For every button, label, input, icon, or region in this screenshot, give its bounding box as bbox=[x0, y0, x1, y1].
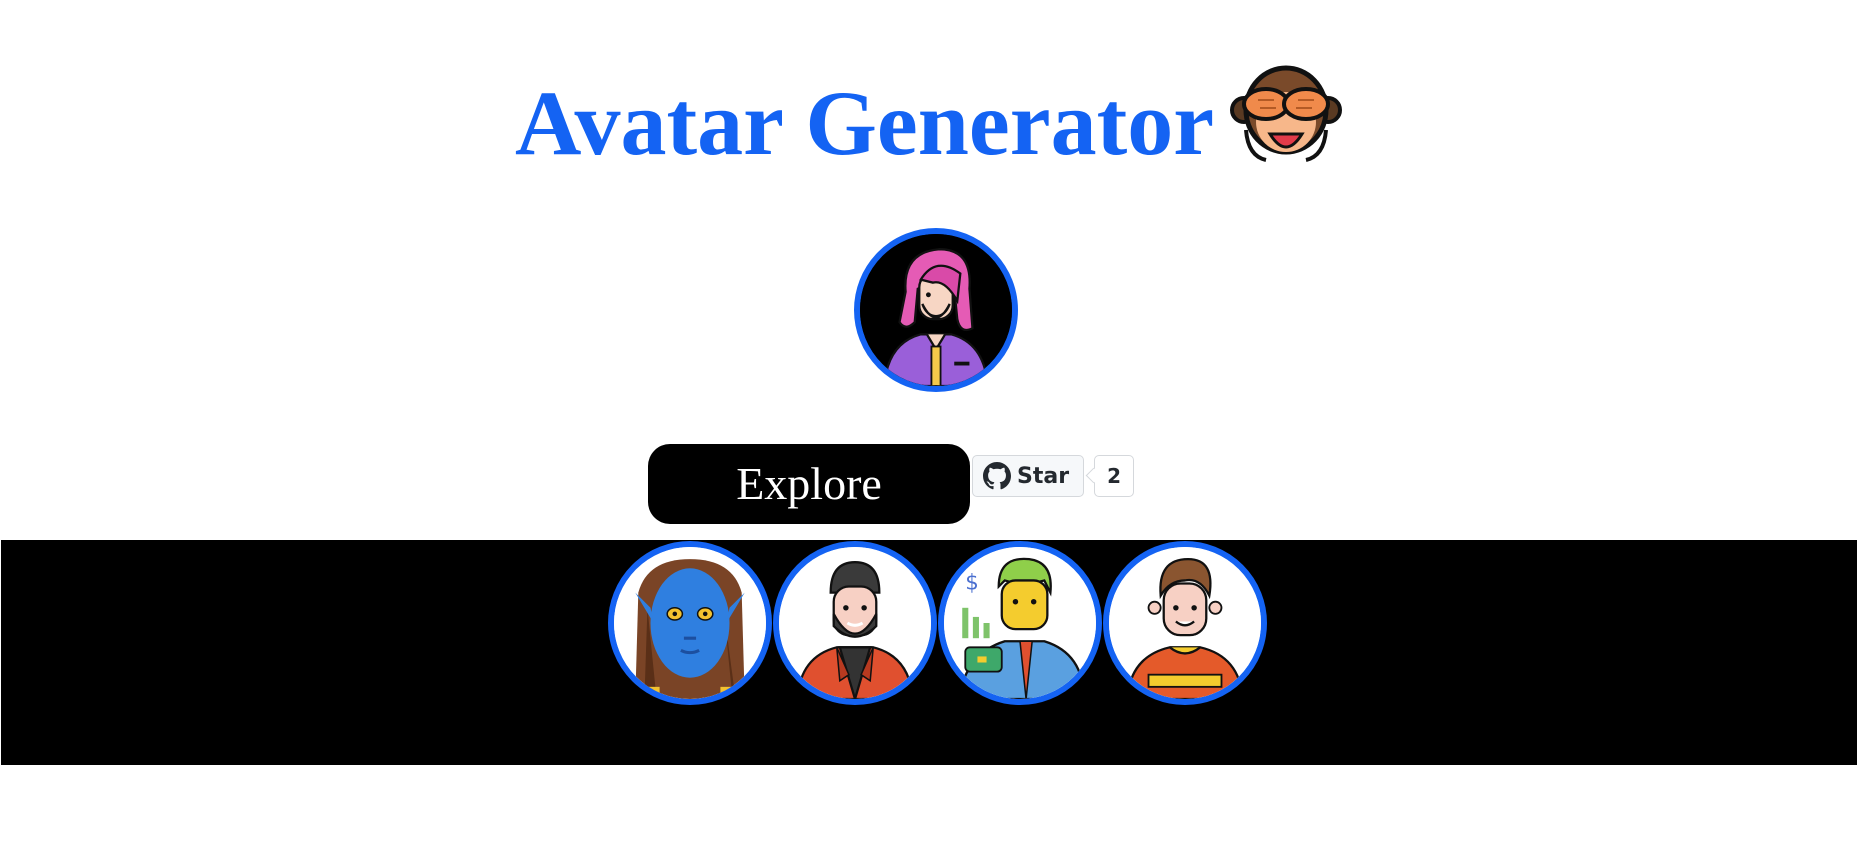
man-orange-shirt-avatar-icon bbox=[1109, 547, 1261, 699]
gallery-avatar-1[interactable] bbox=[608, 541, 772, 705]
bearded-man-red-jacket-avatar-icon bbox=[779, 547, 931, 699]
page-title: Avatar Generator bbox=[0, 60, 1857, 178]
blue-navi-avatar-icon bbox=[614, 547, 766, 699]
github-star-count[interactable]: 2 bbox=[1094, 455, 1135, 497]
explore-button[interactable]: Explore bbox=[648, 444, 970, 524]
gallery-avatar-3[interactable]: $ bbox=[938, 541, 1102, 705]
github-star-widget: Star 2 bbox=[972, 454, 1135, 498]
gallery-avatar-2[interactable] bbox=[773, 541, 937, 705]
github-star-button[interactable]: Star bbox=[972, 455, 1085, 497]
page: Avatar Generator Explore Star 2 $ bbox=[0, 0, 1857, 845]
see-no-evil-monkey-icon bbox=[1230, 60, 1343, 168]
github-icon bbox=[983, 462, 1011, 490]
avatar-gallery: $ bbox=[1, 540, 1857, 765]
hero-avatar bbox=[854, 228, 1018, 392]
github-star-label: Star bbox=[1017, 463, 1070, 489]
svg-text:$: $ bbox=[965, 571, 979, 596]
gallery-avatar-4[interactable] bbox=[1103, 541, 1267, 705]
pink-haired-man-avatar-icon bbox=[860, 234, 1012, 386]
page-title-text: Avatar Generator bbox=[514, 72, 1215, 174]
businessman-blue-shirt-avatar-icon: $ bbox=[944, 547, 1096, 699]
